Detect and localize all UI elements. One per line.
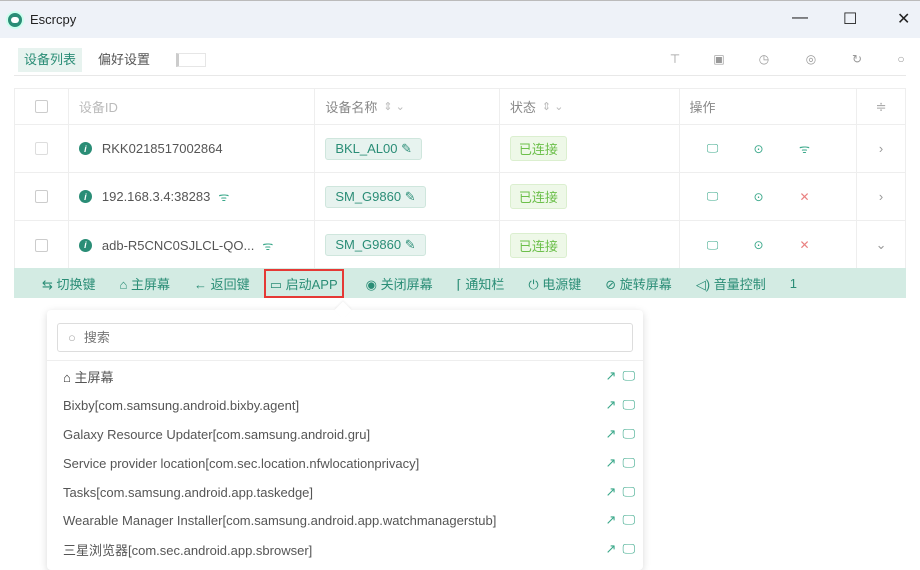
clock-icon[interactable]: ◷ [757,52,771,66]
more-button[interactable]: 1 [790,276,797,291]
status-badge: 已连接 [509,184,567,209]
table-row: i RKK0218517002864 BKL_AL00 ✎ 已连接 🖵 ⊙ ᯤ › [15,125,905,173]
disconnect-icon[interactable]: ✕ [782,238,828,252]
app-search-field[interactable]: ○ [57,323,633,352]
search-icon[interactable]: ○ [894,52,908,66]
record-icon[interactable]: ⊙ [736,190,782,204]
switch-key-button[interactable]: ⇆ 切换键 [42,274,96,293]
app-logo-icon [6,10,24,29]
app-title: Escrcpy [30,12,77,27]
app-item[interactable]: Wearable Manager Installer[com.samsung.a… [63,506,635,534]
device-name-tag[interactable]: SM_G9860 ✎ [325,234,426,256]
info-icon[interactable]: i [78,142,92,155]
info-icon[interactable]: i [78,238,92,252]
column-id[interactable]: 设备ID [79,97,118,116]
refresh-icon[interactable]: ↻ [850,52,864,66]
device-table: 设备ID 设备名称 ⇕ ⌄ 状态 ⇕ ⌄ 操作 ≑ i RKK021851700286… [14,88,906,270]
app-item[interactable]: Galaxy Resource Updater[com.samsung.andr… [63,420,635,448]
device-name-tag[interactable]: SM_G9860 ✎ [325,185,426,208]
table-row: i adb-R5CNC0SJLCL-QO... ᯤ SM_G9860 ✎ 已连接 🖵… [15,221,905,269]
mirror-icon[interactable]: 🖵 [622,541,635,557]
launch-icon[interactable]: ↗ [606,397,617,413]
sort-icon[interactable]: ⇕ ⌄ [383,100,405,113]
popover-arrow [334,301,352,319]
table-row: i 192.168.3.4:38283 ᯤ SM_G9860 ✎ 已连接 🖵 ⊙ ✕ › [15,173,905,221]
mirror-icon[interactable]: 🖵 [690,141,736,156]
column-settings-icon[interactable]: ≑ [876,99,887,115]
record-icon[interactable]: ⊙ [736,238,782,252]
power-button[interactable]: ⏻ 电源键 [528,274,581,293]
drag-placeholder [176,53,206,67]
launch-icon[interactable]: ↗ [606,484,617,500]
launch-icon[interactable]: ↗ [606,426,617,442]
mirror-icon[interactable]: 🖵 [622,512,635,528]
wifi-icon: ᯤ [218,190,230,204]
toolbar: 设备列表 偏好设置 ⊤ ▣ ◷ ◎ ↻ ○ [14,44,906,76]
app-launcher-popover: ○ ⌂ 主屏幕 ↗🖵 Bixby[com.samsung.android.bix… [47,301,643,570]
maximize-button[interactable]: ☐ [843,9,857,29]
mirror-icon[interactable]: 🖵 [690,189,736,204]
wifi-icon: ᯤ [262,238,274,253]
launch-app-button[interactable]: ▭ 启动APP [263,268,344,298]
column-status[interactable]: 状态 [510,97,536,116]
close-button[interactable]: ✕ [897,9,910,29]
device-name-tag[interactable]: BKL_AL00 ✎ [325,137,422,160]
minimize-button[interactable]: — [792,9,808,27]
mirror-icon[interactable]: 🖵 [622,397,635,413]
app-item[interactable]: Bixby[com.samsung.android.bixby.agent] ↗ 🖵 [63,391,635,419]
mirror-icon[interactable]: 🖵 [622,484,635,500]
app-item-home[interactable]: ⌂ 主屏幕 ↗ 🖵 [63,362,635,390]
expand-icon[interactable]: › [879,141,883,156]
launch-icon[interactable]: ↗ [606,541,617,557]
status-badge: 已连接 [509,232,567,258]
app-search-input[interactable] [83,330,584,345]
notification-button[interactable]: ⌈ 通知栏 [457,274,505,293]
app-item[interactable]: Tasks[com.samsung.android.app.taskedge] ↗… [63,478,635,506]
launch-icon[interactable]: ↗ [606,368,617,384]
sort-icon[interactable]: ⇕ ⌄ [542,100,564,113]
home-icon: ⌂ [63,369,71,385]
launch-icon[interactable]: ↗ [606,455,617,471]
launch-icon[interactable]: ↗ [606,512,617,528]
cast-icon[interactable]: ▣ [712,52,726,66]
disconnect-icon[interactable]: ✕ [782,190,828,204]
mirror-icon[interactable]: 🖵 [622,426,635,442]
app-item[interactable]: Service provider location[com.sec.locati… [63,449,635,477]
title-bar: Escrcpy — ☐ ✕ [0,0,920,38]
record-icon[interactable]: ⊙ [736,142,782,156]
collapse-icon[interactable]: ⌄ [876,237,887,253]
app-item[interactable]: 三星浏览器[com.sec.android.app.sbrowser] ↗ 🖵 [63,535,635,563]
volume-button[interactable]: ◁) 音量控制 [696,274,766,293]
select-all-checkbox[interactable] [34,100,48,113]
screen-off-button[interactable]: ◉ 关闭屏幕 [366,274,433,293]
row-checkbox[interactable] [34,190,48,203]
tab-device-list[interactable]: 设备列表 [18,48,83,72]
device-action-bar: ⇆ 切换键 ⌂ 主屏幕 ← 返回键 ▭ 启动APP ◉ 关闭屏幕 ⌈ 通知栏 ⏻… [14,268,906,298]
tab-preferences[interactable]: 偏好设置 [92,48,156,72]
mirror-icon[interactable]: 🖵 [622,455,635,471]
expand-icon[interactable]: › [879,189,883,204]
mirror-icon[interactable]: 🖵 [690,238,736,253]
column-name[interactable]: 设备名称 [325,97,377,116]
search-icon: ○ [68,330,76,345]
presentation-icon[interactable]: ⊤ [668,52,682,66]
row-checkbox[interactable] [34,238,48,252]
info-icon[interactable]: i [78,190,92,203]
device-id: adb-R5CNC0SJLCL-QO... [101,237,255,253]
column-actions: 操作 [689,100,716,115]
divider [47,360,643,361]
back-button[interactable]: ← 返回键 [194,274,250,293]
row-checkbox[interactable] [34,142,48,155]
device-id: RKK0218517002864 [101,141,223,156]
eye-icon[interactable]: ◎ [804,52,818,66]
status-badge: 已连接 [509,136,567,161]
rotate-button[interactable]: ⊘ 旋转屏幕 [605,274,672,293]
device-id: 192.168.3.4:38283 [101,189,211,204]
mirror-icon[interactable]: 🖵 [622,368,635,384]
wifi-icon[interactable]: ᯤ [782,140,828,157]
home-button[interactable]: ⌂ 主屏幕 [120,274,171,293]
table-header: 设备ID 设备名称 ⇕ ⌄ 状态 ⇕ ⌄ 操作 ≑ [15,89,905,125]
